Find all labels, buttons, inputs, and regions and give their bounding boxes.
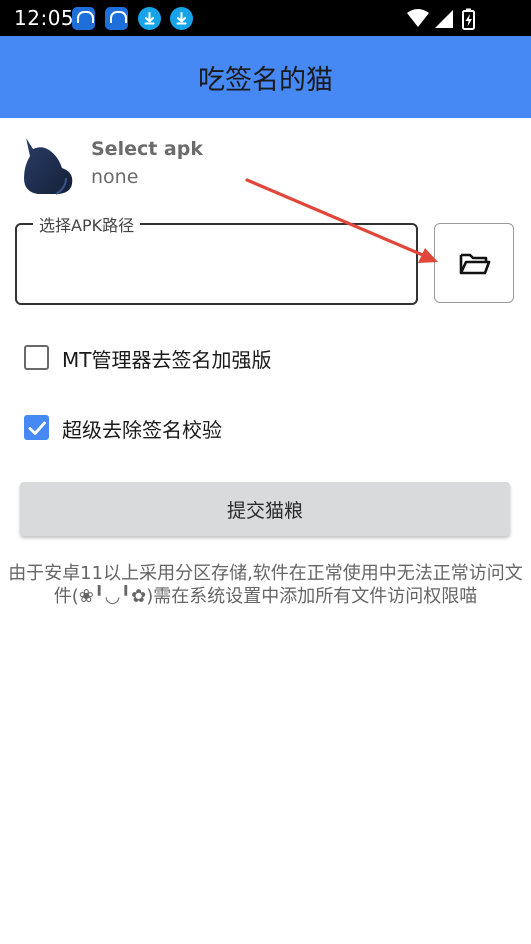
- status-bar: 12:05: [0, 0, 531, 36]
- checkmark-icon: [28, 421, 46, 435]
- download-icon: [170, 7, 193, 30]
- apk-path-label: 选择APK路径: [33, 212, 141, 236]
- mt-signature-checkbox[interactable]: [24, 345, 49, 370]
- app-title: 吃签名的猫: [198, 65, 333, 96]
- battery-charging-icon: [462, 8, 475, 30]
- app-notification-icon: [72, 7, 95, 30]
- app-notification-icon: [105, 7, 128, 30]
- super-remove-checkbox[interactable]: [24, 415, 49, 440]
- browse-folder-button[interactable]: [434, 223, 514, 303]
- status-time: 12:05: [14, 6, 75, 30]
- wifi-icon: [407, 9, 429, 27]
- mt-signature-label: MT管理器去签名加强版: [62, 348, 272, 372]
- download-icon: [138, 7, 161, 30]
- apk-path-field[interactable]: 选择APK路径: [15, 212, 418, 305]
- apk-path-input[interactable]: [27, 247, 406, 281]
- submit-button[interactable]: 提交猫粮: [20, 482, 510, 536]
- cat-silhouette-icon: [24, 138, 73, 195]
- annotation-arrow-icon: [245, 178, 438, 263]
- folder-open-icon: [459, 253, 491, 275]
- super-remove-label: 超级去除签名校验: [62, 418, 222, 442]
- app-bar: 吃签名的猫: [0, 36, 531, 118]
- apk-title: Select apk: [91, 138, 203, 160]
- apk-subtitle: none: [91, 166, 139, 188]
- permission-notice: 由于安卓11以上采用分区存储,软件在正常使用中无法正常访问文件(❀╹◡╹✿)需在…: [8, 563, 523, 607]
- signal-icon: [435, 10, 453, 28]
- status-right-icons: [405, 8, 495, 34]
